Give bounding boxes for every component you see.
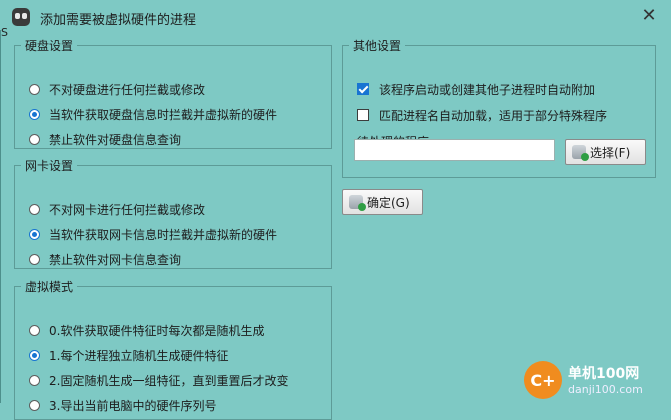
radio-button[interactable] xyxy=(29,253,40,265)
disk-option-1[interactable]: 当软件获取硬盘信息时拦截并虚拟新的硬件 xyxy=(29,105,277,123)
nic-settings-group: 网卡设置 不对网卡进行任何拦截或修改 当软件获取网卡信息时拦截并虚拟新的硬件 禁… xyxy=(14,157,332,269)
auto-attach-checkbox[interactable] xyxy=(357,83,369,95)
other-settings-legend: 其他设置 xyxy=(353,39,402,53)
app-icon xyxy=(12,8,30,26)
radio-button-selected[interactable] xyxy=(29,108,40,120)
nic-settings-legend: 网卡设置 xyxy=(25,159,74,173)
select-file-button[interactable]: 选择(F) xyxy=(565,139,646,165)
disk-settings-legend: 硬盘设置 xyxy=(25,39,74,53)
mode-option-0[interactable]: 0.软件获取硬件特征时每次都是随机生成 xyxy=(29,321,264,339)
nic-option-2[interactable]: 禁止软件对网卡信息查询 xyxy=(29,250,181,268)
mode-option-3[interactable]: 3.导出当前电脑中的硬件序列号 xyxy=(29,396,216,414)
mode-option-1-label: 1.每个进程独立随机生成硬件特征 xyxy=(49,348,229,363)
window-edge xyxy=(0,30,1,403)
auto-attach-checkbox-row[interactable]: 该程序启动或创建其他子进程时自动附加 xyxy=(357,80,595,98)
watermark: C+ 单机100网 danji100.com xyxy=(524,357,671,403)
radio-button[interactable] xyxy=(29,399,40,411)
mode-option-0-label: 0.软件获取硬件特征时每次都是随机生成 xyxy=(49,323,265,338)
mode-option-2[interactable]: 2.固定随机生成一组特征，直到重置后才改变 xyxy=(29,371,288,389)
disk-option-2-label: 禁止软件对硬盘信息查询 xyxy=(49,132,182,147)
virtual-mode-legend: 虚拟模式 xyxy=(25,280,74,294)
nic-option-0[interactable]: 不对网卡进行任何拦截或修改 xyxy=(29,200,205,218)
nic-option-2-label: 禁止软件对网卡信息查询 xyxy=(49,252,182,267)
nic-option-1-label: 当软件获取网卡信息时拦截并虚拟新的硬件 xyxy=(49,227,278,242)
title-bar: 添加需要被虚拟硬件的进程 ✕ xyxy=(0,0,671,34)
disk-option-2[interactable]: 禁止软件对硬盘信息查询 xyxy=(29,130,181,148)
disk-option-0[interactable]: 不对硬盘进行任何拦截或修改 xyxy=(29,80,205,98)
auto-match-checkbox[interactable] xyxy=(357,109,369,121)
radio-button[interactable] xyxy=(29,133,40,145)
mode-option-1[interactable]: 1.每个进程独立随机生成硬件特征 xyxy=(29,346,228,364)
radio-button[interactable] xyxy=(29,374,40,386)
background-window-text: S xyxy=(1,26,8,39)
radio-button-selected[interactable] xyxy=(29,349,40,361)
auto-match-label: 匹配进程名自动加载，适用于部分特殊程序 xyxy=(379,108,608,123)
watermark-url: danji100.com xyxy=(568,383,643,396)
mode-option-2-label: 2.固定随机生成一组特征，直到重置后才改变 xyxy=(49,373,289,388)
radio-button-selected[interactable] xyxy=(29,228,40,240)
window-title: 添加需要被虚拟硬件的进程 xyxy=(40,13,197,28)
select-file-button-label: 选择(F) xyxy=(590,145,631,160)
auto-attach-label: 该程序启动或创建其他子进程时自动附加 xyxy=(379,82,596,97)
radio-button[interactable] xyxy=(29,83,40,95)
mode-option-3-label: 3.导出当前电脑中的硬件序列号 xyxy=(49,398,217,413)
database-icon xyxy=(572,145,589,161)
ok-button[interactable]: 确定(G) xyxy=(342,189,423,215)
nic-option-0-label: 不对网卡进行任何拦截或修改 xyxy=(49,202,206,217)
watermark-name: 单机100网 xyxy=(568,366,640,382)
watermark-logo: C+ xyxy=(524,361,562,399)
disk-settings-group: 硬盘设置 不对硬盘进行任何拦截或修改 当软件获取硬盘信息时拦截并虚拟新的硬件 禁… xyxy=(14,37,332,149)
close-icon[interactable]: ✕ xyxy=(637,5,661,26)
database-icon xyxy=(349,195,366,211)
disk-option-1-label: 当软件获取硬盘信息时拦截并虚拟新的硬件 xyxy=(49,107,278,122)
disk-option-0-label: 不对硬盘进行任何拦截或修改 xyxy=(49,82,206,97)
nic-option-1[interactable]: 当软件获取网卡信息时拦截并虚拟新的硬件 xyxy=(29,225,277,243)
pending-program-input[interactable] xyxy=(354,139,555,161)
ok-button-label: 确定(G) xyxy=(367,195,410,210)
radio-button[interactable] xyxy=(29,203,40,215)
auto-match-checkbox-row[interactable]: 匹配进程名自动加载，适用于部分特殊程序 xyxy=(357,106,607,124)
radio-button[interactable] xyxy=(29,324,40,336)
virtual-mode-group: 虚拟模式 0.软件获取硬件特征时每次都是随机生成 1.每个进程独立随机生成硬件特… xyxy=(14,278,332,420)
